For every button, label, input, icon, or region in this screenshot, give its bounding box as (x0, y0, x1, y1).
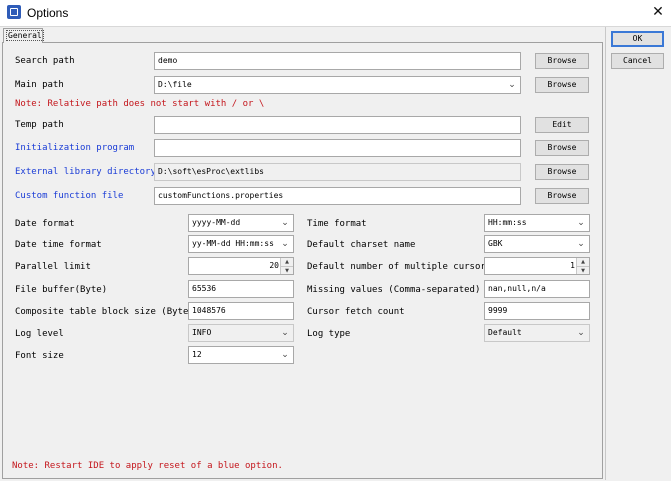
chevron-down-icon: ⌄ (281, 328, 289, 338)
search-path-input[interactable]: demo (154, 52, 521, 70)
parallel-limit-spinner[interactable]: 20 ▲ ▼ (188, 257, 294, 275)
main-path-combo[interactable]: D:\file ⌄ (154, 76, 521, 94)
log-type-label: Log type (307, 329, 351, 339)
external-library-directory-input: D:\soft\esProc\extlibs (154, 163, 521, 181)
file-buffer-label: File buffer(Byte) (15, 285, 108, 295)
multiple-cursors-label: Default number of multiple cursors (307, 262, 492, 272)
ok-button[interactable]: OK (611, 31, 664, 47)
file-buffer-input[interactable]: 65536 (188, 280, 294, 298)
temp-path-label: Temp path (15, 120, 64, 130)
title-bar: Options ✕ (0, 0, 671, 26)
cancel-button[interactable]: Cancel (611, 53, 664, 69)
date-time-format-value: yy-MM-dd HH:mm:ss (192, 239, 274, 248)
missing-values-input[interactable]: nan,null,n/a (484, 280, 590, 298)
initialization-program-input[interactable] (154, 139, 521, 157)
initialization-program-browse-button[interactable]: Browse (535, 140, 589, 156)
default-charset-combo[interactable]: GBK ⌄ (484, 235, 590, 253)
default-charset-label: Default charset name (307, 240, 416, 250)
spinner-buttons[interactable]: ▲ ▼ (576, 258, 589, 274)
main-path-label: Main path (15, 80, 64, 90)
font-size-label: Font size (15, 351, 64, 361)
date-time-format-combo[interactable]: yy-MM-dd HH:mm:ss ⌄ (188, 235, 294, 253)
date-time-format-label: Date time format (15, 240, 102, 250)
time-format-label: Time format (307, 219, 367, 229)
tab-general-label: General (6, 30, 44, 41)
multiple-cursors-value: 1 (570, 261, 575, 270)
font-size-combo[interactable]: 12 ⌄ (188, 346, 294, 364)
external-library-directory-label: External library directory (15, 167, 156, 177)
spin-down-icon[interactable]: ▼ (577, 267, 589, 275)
date-format-value: yyyy-MM-dd (192, 218, 241, 227)
external-library-browse-button[interactable]: Browse (535, 164, 589, 180)
relative-path-note: Note: Relative path does not start with … (15, 99, 265, 109)
main-path-browse-button[interactable]: Browse (535, 77, 589, 93)
spin-down-icon[interactable]: ▼ (281, 267, 293, 275)
custom-function-file-label: Custom function file (15, 191, 124, 201)
log-type-value: Default (488, 328, 522, 337)
search-path-browse-button[interactable]: Browse (535, 53, 589, 69)
tab-general[interactable]: General (3, 28, 44, 43)
window-title: Options (27, 6, 69, 20)
log-type-combo: Default ⌄ (484, 324, 590, 342)
temp-path-edit-button[interactable]: Edit (535, 117, 589, 133)
parallel-limit-label: Parallel limit (15, 262, 91, 272)
time-format-combo[interactable]: HH:mm:ss ⌄ (484, 214, 590, 232)
main-path-value: D:\file (158, 80, 192, 89)
font-size-value: 12 (192, 350, 202, 359)
time-format-value: HH:mm:ss (488, 218, 527, 227)
cursor-fetch-count-label: Cursor fetch count (307, 307, 405, 317)
custom-function-file-browse-button[interactable]: Browse (535, 188, 589, 204)
log-level-value: INFO (192, 328, 212, 337)
initialization-program-label: Initialization program (15, 143, 135, 153)
composite-block-size-input[interactable]: 1048576 (188, 302, 294, 320)
chevron-down-icon: ⌄ (281, 239, 289, 249)
log-level-label: Log level (15, 329, 64, 339)
missing-values-label: Missing values (Comma-separated) (307, 285, 481, 295)
log-level-combo: INFO ⌄ (188, 324, 294, 342)
multiple-cursors-spinner[interactable]: 1 ▲ ▼ (484, 257, 590, 275)
chevron-down-icon: ⌄ (577, 218, 585, 228)
parallel-limit-value: 20 (269, 261, 279, 270)
date-format-label: Date format (15, 219, 75, 229)
close-icon[interactable]: ✕ (648, 2, 668, 22)
custom-function-file-input[interactable]: customFunctions.properties (154, 187, 521, 205)
search-path-label: Search path (15, 56, 75, 66)
composite-block-size-label: Composite table block size (Byte) (15, 307, 194, 317)
spin-up-icon[interactable]: ▲ (577, 258, 589, 267)
default-charset-value: GBK (488, 239, 503, 248)
chevron-down-icon: ⌄ (577, 239, 585, 249)
chevron-down-icon: ⌄ (508, 80, 516, 90)
restart-note: Note: Restart IDE to apply reset of a bl… (12, 461, 283, 471)
divider (605, 27, 606, 480)
chevron-down-icon: ⌄ (281, 218, 289, 228)
date-format-combo[interactable]: yyyy-MM-dd ⌄ (188, 214, 294, 232)
spin-up-icon[interactable]: ▲ (281, 258, 293, 267)
app-icon (7, 5, 21, 19)
chevron-down-icon: ⌄ (577, 328, 585, 338)
chevron-down-icon: ⌄ (281, 350, 289, 360)
temp-path-input[interactable] (154, 116, 521, 134)
cursor-fetch-count-input[interactable]: 9999 (484, 302, 590, 320)
spinner-buttons[interactable]: ▲ ▼ (280, 258, 293, 274)
